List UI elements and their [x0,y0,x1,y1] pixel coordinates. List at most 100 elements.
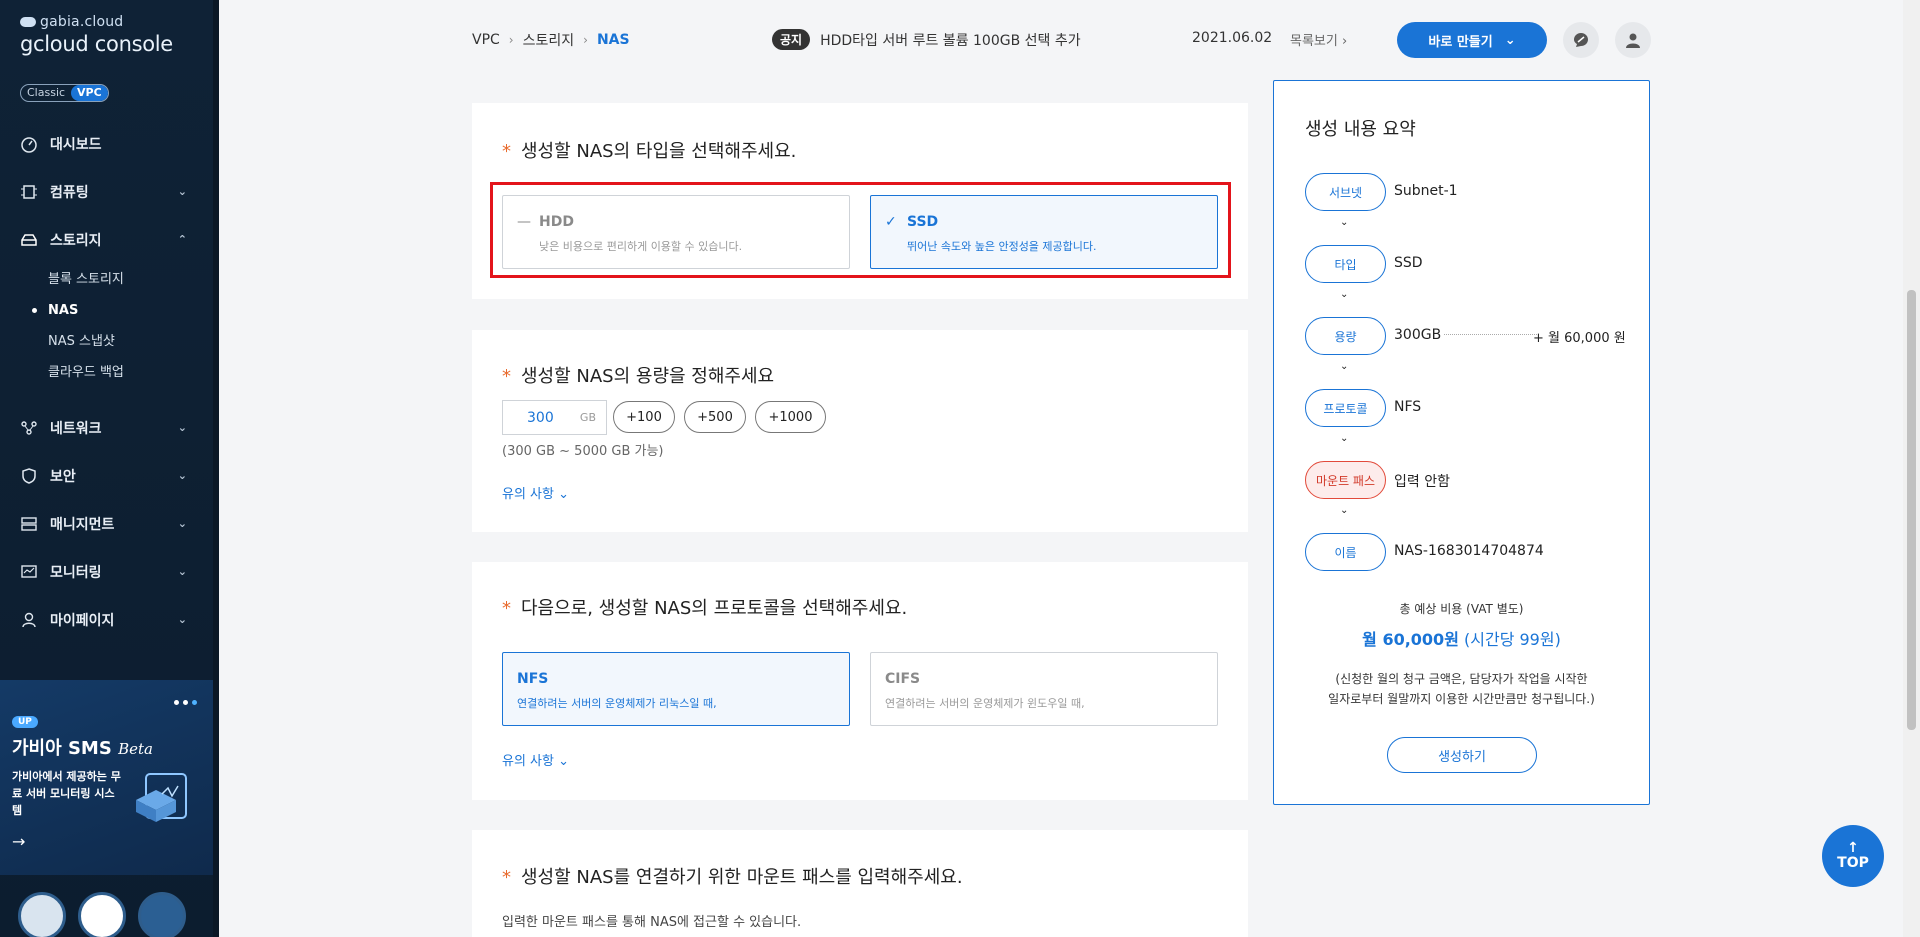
sidebar-scrollbar[interactable] [213,0,219,937]
add-100-button[interactable]: +100 [613,401,675,433]
classic-vpc-toggle[interactable]: Classic VPC [20,84,109,102]
arrow-right-icon[interactable]: → [12,832,25,851]
chevron-down-icon: ⌄ [177,517,187,530]
chevron-right-icon: › [508,33,514,47]
chevron-down-icon: ⌄ [558,754,570,769]
certification-badges [18,892,186,937]
toggle-vpc[interactable]: VPC [71,85,108,101]
add-500-button[interactable]: +500 [684,401,746,433]
chevron-down-icon: ⌄ [177,565,187,578]
page-scrollbar[interactable] [1903,0,1920,937]
type-section-title: * 생성할 NAS의 타입을 선택해주세요. [502,141,797,162]
sidebar-item-computing[interactable]: 컴퓨팅 ⌄ [0,168,213,216]
summary-subnet-value: Subnet-1 [1394,183,1458,199]
sidebar-item-security[interactable]: 보안 ⌄ [0,452,213,500]
toggle-classic[interactable]: Classic [21,85,71,101]
add-1000-button[interactable]: +1000 [755,401,826,433]
sidebar-item-network[interactable]: 네트워크 ⌄ [0,404,213,452]
cloud-service-badge-icon [78,892,126,937]
sidebar-item-nas-snapshot[interactable]: NAS 스냅샷 [48,326,213,357]
summary-step-size[interactable]: 용량 [1305,317,1386,355]
sms-promo-banner[interactable]: UP 가비아 SMS Beta 가비아에서 제공하는 무료 서버 모니터링 시스… [0,680,213,875]
carousel-dots[interactable] [174,700,197,705]
chevron-down-icon: ⌄ [177,613,187,626]
notice-date: 2021.06.02 [1192,30,1273,46]
user-icon [20,611,38,629]
summary-step-subnet[interactable]: 서브넷 [1305,173,1386,211]
chat-button[interactable] [1563,22,1599,58]
dashboard-icon [20,135,38,153]
server-cube-icon [136,773,187,822]
management-icon [20,515,38,533]
sidebar-item-dashboard[interactable]: 대시보드 [0,120,213,168]
mount-section-desc: 입력한 마운트 패스를 통해 NAS에 접근할 수 있습니다. [502,915,802,930]
summary-protocol-value: NFS [1394,399,1422,415]
chevron-down-icon: ⌄ [1340,505,1349,516]
sidebar-item-mypage[interactable]: 마이페이지 ⌄ [0,596,213,644]
promo-desc: 가비아에서 제공하는 무료 서버 모니터링 시스템 [12,770,121,817]
protocol-section-title: * 다음으로, 생성할 NAS의 프로토콜을 선택해주세요. [502,598,908,619]
notice-tag: 공지 [772,29,811,50]
summary-step-name[interactable]: 이름 [1305,533,1386,571]
promo-title: 가비아 SMS Beta [12,738,153,759]
mount-section-title: * 생성할 NAS를 연결하기 위한 마운트 패스를 입력해주세요. [502,867,963,888]
breadcrumb-nas: NAS [596,32,630,48]
sidebar-item-monitoring[interactable]: 모니터링 ⌄ [0,548,213,596]
size-range-hint: (300 GB ~ 5000 GB 가능) [502,444,664,459]
sidebar-item-nas[interactable]: NAS [32,295,213,326]
certification-badge-icon [18,892,66,937]
chevron-right-icon: › [583,33,588,47]
arrow-up-icon: ↑ [1847,840,1859,856]
sidebar-item-storage[interactable]: 스토리지 ⌃ [0,216,213,264]
csap-badge-icon [138,892,186,937]
gcloud-logo[interactable]: gabia.cloud gcloud console [20,14,173,56]
nas-size-section: * 생성할 NAS의 용량을 정해주세요 300 GB +100 +500 +10… [472,330,1248,532]
breadcrumb-storage[interactable]: 스토리지 [523,30,575,50]
summary-size-price: + 월 60,000 원 [1533,331,1626,346]
highlight-box [490,182,1231,278]
total-cost-label: 총 예상 비용 (VAT 별도) [1399,602,1524,616]
create-nas-button[interactable]: 생성하기 [1387,737,1537,773]
sidebar-item-cloud-backup[interactable]: 클라우드 백업 [48,357,213,388]
quick-create-button[interactable]: 바로 만들기 ⌄ [1397,22,1547,58]
sidebar: gabia.cloud gcloud console Classic VPC 대… [0,0,219,937]
summary-mount-value: 입력 안함 [1394,474,1450,490]
protocol-notes-toggle[interactable]: 유의 사항 ⌄ [502,750,569,769]
storage-submenu: 블록 스토리지 NAS NAS 스냅샷 클라우드 백업 [0,264,213,388]
summary-step-protocol[interactable]: 프로토콜 [1305,389,1386,427]
cloud-logo-icon [20,17,36,27]
notice-text[interactable]: HDD타입 서버 루트 볼륨 100GB 선택 추가 [820,30,1081,50]
chat-icon [1574,33,1588,47]
notice-banner[interactable]: 공지 HDD타입 서버 루트 볼륨 100GB 선택 추가 [772,29,1081,50]
total-cost-value: 월 60,000원 (시간당 99원) [1362,630,1561,649]
scrollbar-thumb[interactable] [1907,290,1916,730]
chevron-down-icon: ⌄ [1504,32,1516,48]
chip-icon [20,183,38,201]
sidebar-item-management[interactable]: 매니지먼트 ⌄ [0,500,213,548]
chevron-down-icon: ⌄ [1340,433,1349,444]
account-button[interactable] [1615,22,1651,58]
summary-size-value: 300GB [1394,327,1442,343]
size-input[interactable]: 300 GB [502,400,607,435]
monitor-icon [20,563,38,581]
protocol-option-nfs[interactable]: NFS 연결하려는 서버의 운영체제가 리눅스일 때, [502,652,850,726]
nas-type-section: * 생성할 NAS의 타입을 선택해주세요. — HDD 낮은 비용으로 편리하게… [472,103,1248,299]
chevron-down-icon: ⌄ [177,469,187,482]
notice-list-link[interactable]: 목록보기 › [1290,30,1347,49]
sidebar-item-block-storage[interactable]: 블록 스토리지 [48,264,213,295]
summary-title: 생성 내용 요약 [1305,119,1416,140]
protocol-option-cifs[interactable]: CIFS 연결하려는 서버의 운영체제가 윈도우일 때, [870,652,1218,726]
network-icon [20,419,38,437]
nas-protocol-section: * 다음으로, 생성할 NAS의 프로토콜을 선택해주세요. NFS 연결하려는 … [472,562,1248,800]
nas-mount-section: * 생성할 NAS를 연결하기 위한 마운트 패스를 입력해주세요. 입력한 마운… [472,830,1248,937]
summary-step-mount-path[interactable]: 마운트 패스 [1305,461,1386,499]
summary-step-type[interactable]: 타입 [1305,245,1386,283]
chevron-down-icon: ⌄ [177,185,187,198]
size-section-title: * 생성할 NAS의 용량을 정해주세요 [502,366,775,387]
scroll-top-button[interactable]: ↑ TOP [1822,825,1884,887]
user-icon [1626,33,1640,48]
size-notes-toggle[interactable]: 유의 사항 ⌄ [502,483,569,502]
chevron-down-icon: ⌄ [558,487,570,502]
summary-type-value: SSD [1394,255,1423,271]
breadcrumb-vpc[interactable]: VPC [472,32,500,48]
